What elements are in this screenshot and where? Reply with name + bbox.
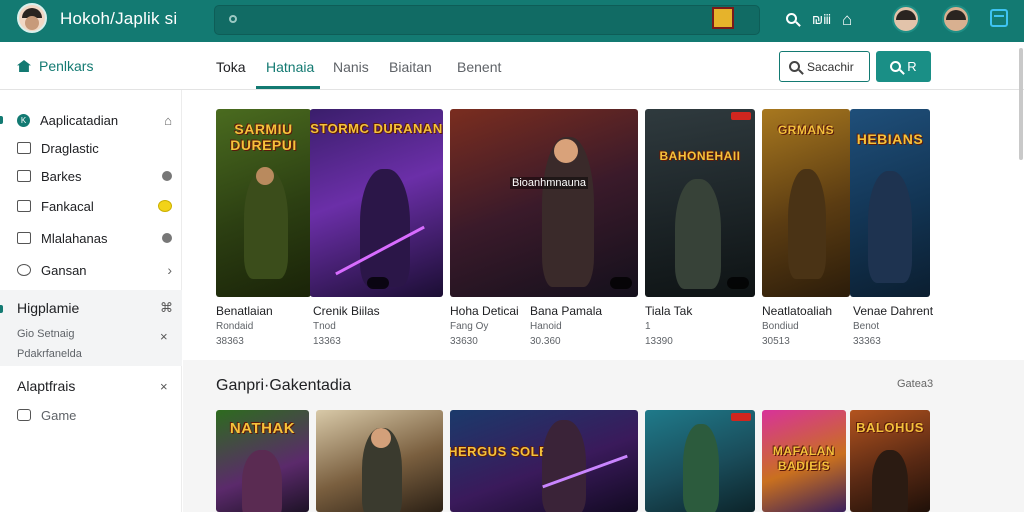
status-dot — [162, 171, 172, 181]
card-title[interactable]: Hoha Deticai — [450, 304, 519, 318]
card-meta: Benot — [853, 321, 880, 332]
user-avatar[interactable] — [17, 3, 47, 33]
scrollbar[interactable] — [1019, 48, 1023, 160]
card-meta: 30.360 — [530, 336, 561, 347]
avatar[interactable] — [942, 5, 970, 33]
section-subitem[interactable]: Gio Setnaig — [17, 328, 74, 340]
top-bar: Hokoh/Japlik si ₪ⅲ ⌂ — [0, 0, 1024, 42]
section-subitem[interactable]: Pdakrfanelda — [17, 348, 82, 360]
sidebar-item-aaplicatadian[interactable]: K Aaplicatadian ⌂ — [17, 110, 172, 130]
game-card[interactable]: BAHONEHAII — [645, 109, 755, 297]
game-card[interactable]: Bioanhmnauna — [450, 109, 638, 297]
calendar-icon[interactable] — [990, 9, 1008, 27]
highlight-badge — [158, 200, 172, 212]
k-logo-icon: K — [17, 113, 30, 127]
card-meta: 13390 — [645, 336, 673, 347]
game-icon — [17, 409, 31, 421]
card-meta: Bondiud — [762, 321, 799, 332]
card-meta: 30513 — [762, 336, 790, 347]
avatar[interactable] — [892, 5, 920, 33]
app-title: Hokoh/Japlik si — [60, 9, 178, 28]
active-marker — [0, 305, 3, 313]
home-label: Penlkars — [39, 58, 94, 74]
card-meta: 33630 — [450, 336, 478, 347]
tab-biaitan[interactable]: Biaitan — [389, 59, 432, 75]
section-title[interactable]: Higplamie — [17, 300, 79, 316]
sidebar-section-higplamie: Higplamie ⌘ Gio Setnaig × Pdakrfanelda — [0, 290, 182, 366]
search-button-label: Sacachir — [807, 59, 854, 74]
game-card[interactable]: NATHAK — [216, 410, 309, 512]
game-card[interactable] — [645, 410, 755, 512]
tab-hatnaia[interactable]: Hatnaia — [266, 59, 314, 75]
tab-toka[interactable]: Toka — [216, 59, 246, 75]
game-card[interactable]: BALOHUS — [850, 410, 930, 512]
close-icon[interactable]: × — [160, 379, 168, 394]
close-icon[interactable]: × — [160, 329, 168, 344]
card-meta: 13363 — [313, 336, 341, 347]
card-meta: Fang Oy — [450, 321, 489, 332]
card-meta: Hanoid — [530, 321, 562, 332]
window-icon — [17, 200, 31, 212]
card-title[interactable]: Neatlatoaliah — [762, 304, 832, 318]
card-meta: 38363 — [216, 336, 244, 347]
window-icon — [17, 170, 31, 182]
tab-nanis[interactable]: Nanis — [333, 59, 369, 75]
window-icon — [17, 232, 31, 244]
search-icon — [229, 15, 237, 23]
card-title[interactable]: Bana Pamala — [530, 304, 602, 318]
game-card[interactable]: GRMANS — [762, 109, 850, 297]
search-thumbnail[interactable] — [712, 7, 734, 29]
active-tab-indicator — [256, 86, 320, 89]
card-title[interactable]: Tiala Tak — [645, 304, 692, 318]
card-meta: 1 — [645, 321, 651, 332]
card-title[interactable]: Benatlaian — [216, 304, 273, 318]
search-icon — [789, 61, 800, 72]
sidebar-item-mlalahanas[interactable]: Mlalahanas — [17, 228, 172, 248]
card-title[interactable]: Venae Dahrent — [853, 304, 933, 318]
game-card[interactable]: MAFALAN BADIEIS — [762, 410, 846, 512]
card-title[interactable]: Crenik Biilas — [313, 304, 380, 318]
card-meta: Tnod — [313, 321, 336, 332]
overlay-label: Bioanhmnauna — [510, 177, 589, 189]
chevron-right-icon[interactable]: › — [167, 262, 172, 278]
game-card[interactable]: HERGUS SOLETIED — [450, 410, 638, 512]
game-card[interactable] — [316, 410, 443, 512]
section-title: Ganpri·Gakentadia — [216, 377, 352, 394]
share-icon[interactable]: ⌂ — [164, 113, 172, 128]
circle-icon — [17, 264, 31, 276]
sidebar-item-draglastic[interactable]: Draglastic — [17, 138, 172, 158]
game-card[interactable]: HEBIANS — [850, 109, 930, 297]
home-icon — [17, 60, 31, 72]
search-icon[interactable] — [786, 10, 797, 30]
search-button[interactable]: Sacachir — [779, 51, 870, 82]
sidebar: K Aaplicatadian ⌂ Draglastic Barkes Fank… — [0, 90, 182, 512]
search-submit-button[interactable]: R — [876, 51, 931, 82]
search-icon — [890, 61, 902, 72]
see-more-link[interactable]: Gatea3 — [897, 378, 933, 390]
status-dot — [162, 233, 172, 243]
home-link[interactable]: Penlkars — [17, 58, 93, 74]
game-card[interactable]: STORMC DURANAN — [310, 109, 443, 297]
active-marker — [0, 116, 3, 124]
card-meta: Rondaid — [216, 321, 254, 332]
game-card[interactable]: SARMIU DUREPUI — [216, 109, 311, 297]
search-bar[interactable] — [214, 5, 760, 35]
section-title[interactable]: Alaptfrais — [17, 378, 75, 394]
window-icon — [17, 142, 31, 154]
settings-icon[interactable]: ⌘ — [160, 300, 173, 316]
tab-benent[interactable]: Benent — [457, 59, 501, 75]
nav-bar: Penlkars Toka Hatnaia Nanis Biaitan Bene… — [0, 42, 1024, 90]
sidebar-item-fankacal[interactable]: Fankacal — [17, 196, 172, 216]
sidebar-item-game[interactable]: Game — [17, 405, 172, 425]
card-meta: 33363 — [853, 336, 881, 347]
bell-icon[interactable]: ⌂ — [842, 10, 852, 30]
grid-icon[interactable]: ₪ⅲ — [812, 10, 831, 30]
sidebar-item-barkes[interactable]: Barkes — [17, 166, 172, 186]
sidebar-item-gansan[interactable]: Gansan › — [17, 260, 172, 280]
